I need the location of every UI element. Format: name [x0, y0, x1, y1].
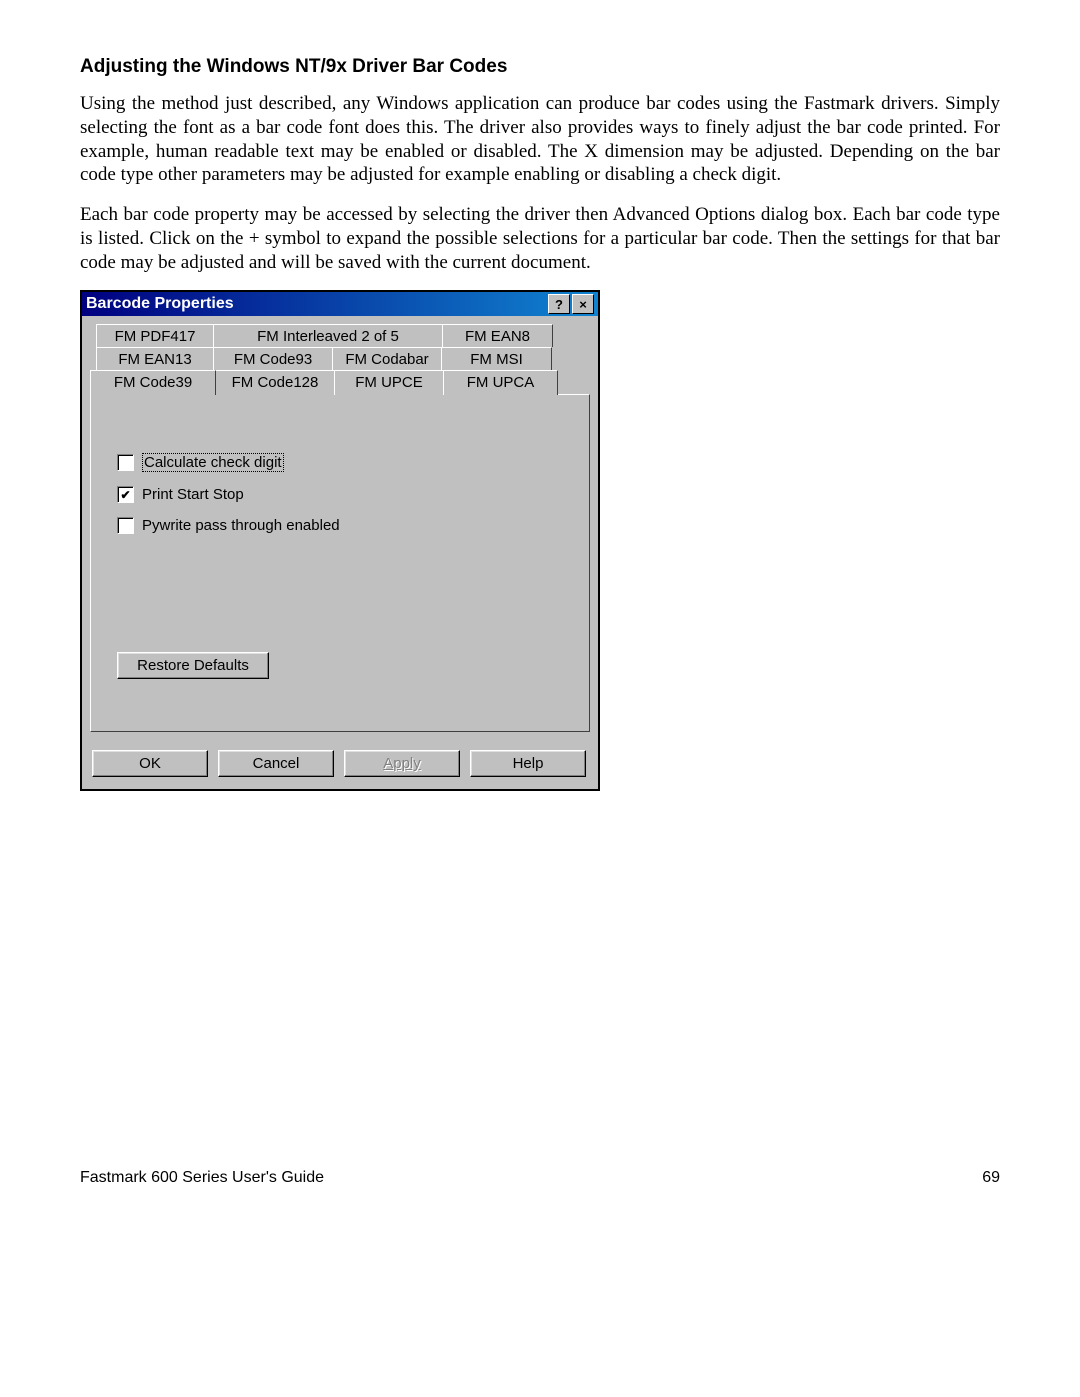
apply-button: Apply	[344, 750, 460, 777]
tab-strip: FM PDF417 FM Interleaved 2 of 5 FM EAN8 …	[90, 324, 590, 732]
help-button[interactable]: Help	[470, 750, 586, 777]
section-heading: Adjusting the Windows NT/9x Driver Bar C…	[80, 56, 1000, 78]
dialog-button-row: OK Cancel Apply Help	[82, 740, 598, 789]
tab-fm-code128[interactable]: FM Code128	[215, 370, 335, 395]
apply-label: Apply	[383, 755, 421, 772]
footer-page-number: 69	[982, 1169, 1000, 1187]
body-paragraph-1: Using the method just described, any Win…	[80, 92, 1000, 187]
tab-fm-ean8[interactable]: FM EAN8	[442, 324, 553, 347]
restore-defaults-button[interactable]: Restore Defaults	[117, 652, 269, 679]
checkbox-label: Print Start Stop	[142, 486, 244, 503]
tab-fm-code39[interactable]: FM Code39	[90, 370, 216, 395]
footer-guide-title: Fastmark 600 Series User's Guide	[80, 1169, 324, 1187]
checkbox-label: Calculate check digit	[142, 453, 284, 472]
tab-fm-codabar[interactable]: FM Codabar	[332, 347, 442, 370]
tab-fm-upca[interactable]: FM UPCA	[443, 370, 558, 395]
barcode-properties-dialog: Barcode Properties ? × FM PDF417 FM Inte…	[80, 290, 600, 791]
tab-fm-ean13[interactable]: FM EAN13	[96, 347, 214, 370]
body-paragraph-2: Each bar code property may be accessed b…	[80, 203, 1000, 274]
tab-fm-pdf417[interactable]: FM PDF417	[96, 324, 214, 347]
tab-fm-code93[interactable]: FM Code93	[213, 347, 333, 370]
tab-fm-interleaved25[interactable]: FM Interleaved 2 of 5	[213, 324, 443, 347]
page-footer: Fastmark 600 Series User's Guide 69	[80, 1169, 1000, 1187]
ok-button[interactable]: OK	[92, 750, 208, 777]
checkbox-label: Pywrite pass through enabled	[142, 517, 340, 534]
checkbox-pywrite-pass-through[interactable]	[117, 517, 134, 534]
cancel-button[interactable]: Cancel	[218, 750, 334, 777]
checkbox-print-start-stop[interactable]: ✔	[117, 486, 134, 503]
help-icon[interactable]: ?	[548, 294, 570, 314]
close-icon[interactable]: ×	[572, 294, 594, 314]
tab-fm-msi[interactable]: FM MSI	[441, 347, 552, 370]
tab-panel: Calculate check digit ✔ Print Start Stop…	[90, 394, 590, 732]
dialog-title: Barcode Properties	[86, 295, 546, 313]
dialog-titlebar[interactable]: Barcode Properties ? ×	[82, 292, 598, 316]
checkbox-calculate-check-digit[interactable]	[117, 454, 134, 471]
tab-fm-upce[interactable]: FM UPCE	[334, 370, 444, 395]
